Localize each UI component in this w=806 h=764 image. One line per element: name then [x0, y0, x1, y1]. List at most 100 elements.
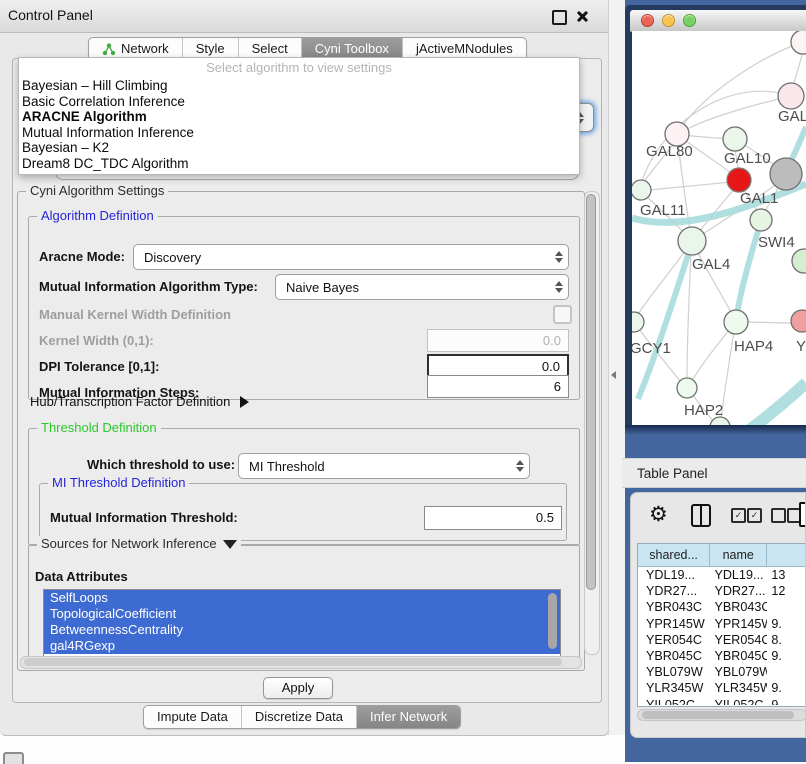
table-cell[interactable] — [767, 599, 806, 615]
select-checked-icon[interactable]: ✓ — [747, 508, 762, 523]
table-cell[interactable]: YIL052C — [638, 697, 710, 706]
network-node-gal4[interactable] — [678, 227, 706, 255]
dropdown-option[interactable]: Basic Correlation Inference — [19, 94, 579, 110]
kernel-width-input[interactable]: 0.0 — [427, 329, 569, 352]
float-window-icon[interactable] — [552, 10, 567, 25]
table-cell[interactable]: YBL079W — [638, 664, 710, 680]
table-cell[interactable]: YER054C — [710, 632, 767, 648]
scrollbar-thumb[interactable] — [642, 711, 794, 719]
manual-kernel-checkbox[interactable] — [553, 305, 572, 324]
settings-vertical-scrollbar[interactable] — [584, 191, 600, 655]
network-node-swi4[interactable] — [750, 209, 772, 231]
table-row[interactable]: YBL079W YBL079W — [638, 664, 806, 680]
table-cell[interactable]: 12 — [767, 583, 806, 599]
table-cell[interactable]: 13 — [767, 567, 806, 583]
minimize-traffic-light-icon[interactable] — [662, 14, 675, 27]
list-item[interactable]: TopologicalCoefficient — [44, 606, 560, 622]
scrollbar-thumb[interactable] — [24, 658, 562, 666]
table-row[interactable]: YBR043C YBR043C — [638, 599, 806, 615]
table-row[interactable]: YBR045C YBR045C 9. — [638, 648, 806, 664]
document-icon[interactable] — [799, 502, 806, 527]
table-row[interactable]: YLR345W YLR345W 9. — [638, 680, 806, 696]
settings-horizontal-scrollbar[interactable] — [20, 656, 582, 669]
table-cell[interactable]: 9 — [767, 697, 806, 706]
column-header-cropped[interactable] — [767, 544, 806, 567]
table-cell[interactable]: YDL19... — [710, 567, 767, 583]
splitter-collapse-icon[interactable] — [611, 371, 616, 379]
close-icon[interactable] — [576, 10, 589, 23]
tab-discretize-data[interactable]: Discretize Data — [241, 706, 356, 728]
network-canvas[interactable]: GAL GAL80 GAL10 GAL1 GAL11 SWI4 GAL4 GCY… — [632, 31, 806, 425]
dropdown-option[interactable]: Bayesian – Hill Climbing — [19, 78, 579, 94]
dropdown-option[interactable]: Bayesian – K2 — [19, 140, 579, 156]
tab-impute-data[interactable]: Impute Data — [144, 706, 241, 728]
network-node-gal11[interactable] — [632, 180, 651, 200]
aracne-mode-select[interactable]: Discovery — [133, 244, 569, 270]
network-node-salmon[interactable] — [791, 310, 806, 332]
select-unchecked-icon[interactable] — [771, 508, 786, 523]
zoom-traffic-light-icon[interactable] — [683, 14, 696, 27]
sources-collapser[interactable]: Sources for Network Inference — [37, 536, 241, 551]
network-node-gray[interactable] — [770, 158, 802, 190]
network-node[interactable] — [778, 83, 804, 109]
table-cell[interactable]: 9. — [767, 648, 806, 664]
table-cell[interactable]: YPR145W — [638, 616, 710, 632]
table-cell[interactable]: YBL079W — [710, 664, 767, 680]
panel-divider[interactable] — [608, 0, 625, 735]
table-cell[interactable]: YDR27... — [710, 583, 767, 599]
network-node[interactable] — [792, 249, 806, 273]
table-cell[interactable]: YBR045C — [638, 648, 710, 664]
table-horizontal-scrollbar[interactable] — [637, 709, 806, 721]
column-header-shared[interactable]: shared... — [638, 544, 710, 567]
network-node-hap4[interactable] — [724, 310, 748, 334]
dropdown-option[interactable]: Mutual Information Inference — [19, 125, 579, 141]
hub-definition-expander[interactable]: Hub/Transcription Factor Definition — [30, 394, 249, 409]
table-cell[interactable]: YBR043C — [638, 599, 710, 615]
network-node-gcy1[interactable] — [632, 312, 644, 332]
network-node-gal10[interactable] — [723, 127, 747, 151]
columns-icon[interactable] — [691, 504, 711, 527]
table-row[interactable]: YDR27... YDR27... 12 — [638, 583, 806, 599]
table-cell[interactable]: YLR345W — [710, 680, 767, 696]
scrollbar-thumb[interactable] — [586, 194, 596, 590]
list-item[interactable]: SelfLoops — [44, 590, 560, 606]
gear-icon[interactable]: ⚙ — [649, 502, 668, 528]
table-row[interactable]: YPR145W YPR145W 9. — [638, 616, 806, 632]
network-node-selected-red[interactable] — [727, 168, 751, 192]
table-cell[interactable]: YDR27... — [638, 583, 710, 599]
table-cell[interactable]: YBR045C — [710, 648, 767, 664]
mi-steps-input[interactable]: 6 — [427, 375, 569, 398]
mi-type-select[interactable]: Naive Bayes — [275, 274, 569, 300]
table-row[interactable]: YDL19... YDL19... 13 — [638, 567, 806, 583]
close-traffic-light-icon[interactable] — [641, 14, 654, 27]
column-header-name[interactable]: name — [710, 544, 767, 567]
collapsed-panel-button[interactable] — [3, 752, 24, 764]
network-node[interactable] — [791, 31, 806, 54]
table-cell[interactable]: YER054C — [638, 632, 710, 648]
network-node-hap2[interactable] — [677, 378, 697, 398]
table-cell[interactable]: YBR043C — [710, 599, 767, 615]
apply-button[interactable]: Apply — [263, 677, 333, 699]
list-item[interactable]: gal4RGexp — [44, 638, 560, 654]
which-threshold-select[interactable]: MI Threshold — [238, 453, 530, 479]
table-cell[interactable]: 8. — [767, 632, 806, 648]
list-item[interactable]: BetweennessCentrality — [44, 622, 560, 638]
table-cell[interactable]: YLR345W — [638, 680, 710, 696]
table-cell[interactable]: 9. — [767, 616, 806, 632]
table-cell[interactable] — [767, 664, 806, 680]
network-view-window[interactable]: GAL GAL80 GAL10 GAL1 GAL11 SWI4 GAL4 GCY… — [625, 5, 806, 433]
list-vertical-scrollbar[interactable] — [548, 593, 557, 649]
dropdown-option[interactable]: Dream8 DC_TDC Algorithm — [19, 156, 579, 172]
table-cell[interactable]: 9. — [767, 680, 806, 696]
network-window-titlebar[interactable] — [630, 10, 806, 32]
data-attributes-list[interactable]: SelfLoops TopologicalCoefficient Between… — [43, 589, 561, 663]
table-cell[interactable]: YPR145W — [710, 616, 767, 632]
table-cell[interactable]: YDL19... — [638, 567, 710, 583]
dropdown-option-highlighted[interactable]: ARACNE Algorithm — [19, 109, 579, 125]
select-checked-icon[interactable]: ✓ — [731, 508, 746, 523]
tab-infer-network[interactable]: Infer Network — [356, 706, 460, 728]
table-row[interactable]: YIL052C YIL052C 9 — [638, 697, 806, 706]
table-row[interactable]: YER054C YER054C 8. — [638, 632, 806, 648]
mi-threshold-input[interactable]: 0.5 — [424, 506, 562, 530]
table-cell[interactable]: YIL052C — [710, 697, 767, 706]
